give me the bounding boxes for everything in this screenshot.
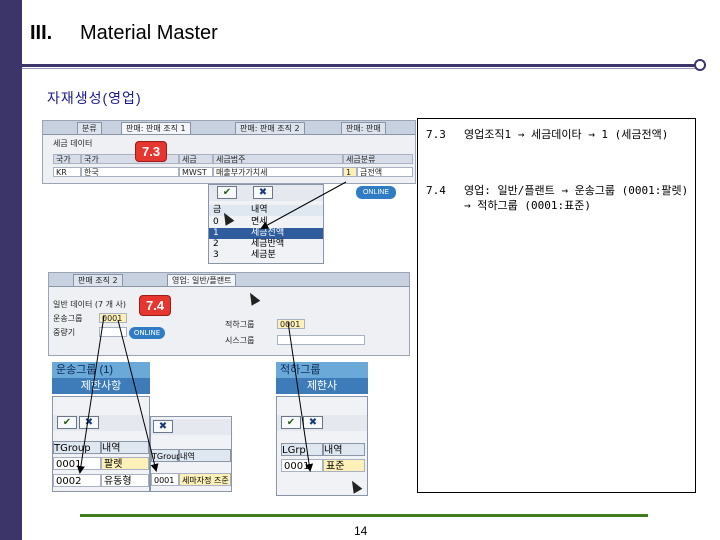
field-label-transport-group: 운송그룹 [53, 314, 83, 323]
loading-group-title: 적하그룹 [276, 362, 368, 378]
item-code: 1 [213, 228, 219, 238]
tab-sales-org-2[interactable]: 판매: 판매 조직 2 [235, 122, 305, 134]
col-text: 내역 [101, 441, 149, 454]
popup-button-bar: ✔ ✖ [277, 415, 367, 431]
item-text: 세금전액 [251, 228, 285, 238]
popup-button-bar: ✔ ✖ [53, 415, 149, 431]
desc-num: 7.3 [426, 128, 446, 141]
item-text: 면세 [251, 217, 268, 227]
transport-group-popup: ✔ ✖ TGroup 내역 0001 팔렛 0002 유동형 [52, 396, 150, 492]
weight-input[interactable] [99, 327, 127, 337]
loading-group-input[interactable]: 0001 [277, 319, 305, 329]
system-group-input[interactable] [277, 335, 365, 345]
row-text[interactable]: 유동형 [101, 474, 149, 487]
popup-button-bar: ✖ [151, 419, 231, 435]
tab-classification[interactable]: 분류 [77, 122, 102, 134]
col-country: 국가 [53, 154, 81, 164]
list-item-selected[interactable]: 1 세금전액 [209, 228, 323, 239]
cell-country-name: 한국 [81, 167, 179, 177]
tab-sales-org-2[interactable]: 판매 조직 2 [73, 274, 123, 286]
cell-tax-category: 매출부가가치세 [213, 167, 343, 177]
restriction-strip[interactable]: 제한사 [276, 378, 368, 394]
transport-group-title: 운송그룹 (1) [52, 362, 150, 378]
online-button[interactable]: ONLINE [356, 186, 396, 199]
row-code[interactable]: 0002 [53, 474, 101, 487]
list-item[interactable]: 2 세금반액 [209, 239, 323, 250]
field-label-system-group: 시스그룹 [225, 336, 255, 345]
confirm-button[interactable]: ✔ [281, 416, 301, 429]
header-text: 내역 [251, 205, 268, 215]
cancel-button[interactable]: ✖ [303, 416, 323, 429]
item-code: 2 [213, 239, 219, 249]
cell-tax: MWST [179, 167, 213, 177]
row-text[interactable]: 팔렛 [101, 457, 149, 470]
header-rule-thin [22, 68, 702, 69]
confirm-button[interactable]: ✔ [217, 186, 237, 199]
description-box: 7.3 영업조직1 → 세금데이타 → 1 (세금전액) 7.4 영업: 일반/… [417, 118, 696, 493]
item-code: 0 [213, 217, 219, 227]
row-code[interactable]: 0001 [53, 457, 101, 470]
col-tax-category: 세금범주 [213, 154, 343, 164]
item-text: 세금분 [251, 250, 276, 260]
header-dot [694, 59, 706, 71]
item-code: 3 [213, 250, 219, 260]
col-text: 내역 [323, 443, 365, 456]
restriction-strip[interactable]: 제한사항 [52, 378, 150, 394]
col-tax: 세금 [179, 154, 213, 164]
tab-bar: 판매 조직 2 영업: 일반/플랜트 [49, 273, 409, 287]
row-code[interactable]: 0001 [151, 473, 179, 486]
col-lgrp: LGrp [281, 443, 323, 456]
desc-num: 7.4 [426, 184, 446, 197]
desc-text: 영업: 일반/플랜트 → 운송그룹 (0001:팔렛) → 적하그룹 (0001… [464, 184, 689, 212]
item-text: 세금반액 [251, 239, 285, 249]
page-number: 14 [354, 524, 368, 538]
tab-sales-org-1[interactable]: 판매: 판매 조직 1 [121, 122, 191, 134]
popup-button-bar: ✔ ✖ [209, 185, 323, 201]
left-accent-bar [0, 0, 22, 540]
row-text[interactable]: 세마자정 즈준 [179, 473, 231, 486]
transport-group-input[interactable]: 0001 [99, 313, 127, 323]
confirm-button[interactable]: ✔ [57, 416, 77, 429]
sap-sales-org-panel: 분류 판매: 판매 조직 1 판매: 판매 조직 2 판매: 판매 세금 데이터… [42, 120, 416, 184]
section-title: Material Master [80, 22, 218, 44]
callout-7-3: 7.3 [136, 142, 167, 161]
col-tax-class: 세금분류 [343, 154, 413, 164]
desc-text: 영업조직1 → 세금데이타 → 1 (세금전액) [464, 128, 669, 141]
field-label-loading-group: 적하그룹 [225, 320, 255, 329]
cell-tax-class-text: 금전액 [357, 167, 413, 177]
cancel-button[interactable]: ✖ [79, 416, 99, 429]
sap-sales-general-panel: 판매 조직 2 영업: 일반/플랜트 일반 데이터 (7 개 사) 운송그룹 0… [48, 272, 410, 356]
list-item[interactable]: 3 세금분 [209, 250, 323, 261]
tab-sales-general-plant[interactable]: 영업: 일반/플랜트 [167, 274, 237, 286]
row-code[interactable]: 0001 [281, 459, 323, 472]
section-number: III. [30, 22, 53, 44]
cancel-button[interactable]: ✖ [153, 420, 173, 433]
section-label: 세금 데이터 [53, 139, 93, 148]
field-label-weight: 중량기 [53, 328, 76, 337]
tax-class-input[interactable]: 1 [343, 167, 357, 177]
col-tgroup: TGroup [53, 441, 101, 454]
transport-group-popup-2: ✖ TGroup 내역 0001 세마자정 즈준 [150, 416, 232, 492]
col-tgroup: TGroup [151, 449, 181, 462]
slide-subtitle: 자재생성(영업) [47, 90, 142, 106]
section-label: 일반 데이터 (7 개 사) [53, 300, 127, 309]
cell-country: KR [53, 167, 81, 177]
cancel-button[interactable]: ✖ [253, 186, 273, 199]
online-button[interactable]: ONLINE [129, 327, 165, 339]
col-text: 내역 [179, 449, 231, 462]
callout-7-4: 7.4 [140, 296, 171, 315]
footer-rule [80, 514, 648, 517]
row-text[interactable]: 표준 [323, 459, 365, 472]
tab-bar: 분류 판매: 판매 조직 1 판매: 판매 조직 2 판매: 판매 [43, 121, 415, 135]
header-rule [22, 64, 702, 67]
tab-sales-more[interactable]: 판매: 판매 [341, 122, 386, 134]
